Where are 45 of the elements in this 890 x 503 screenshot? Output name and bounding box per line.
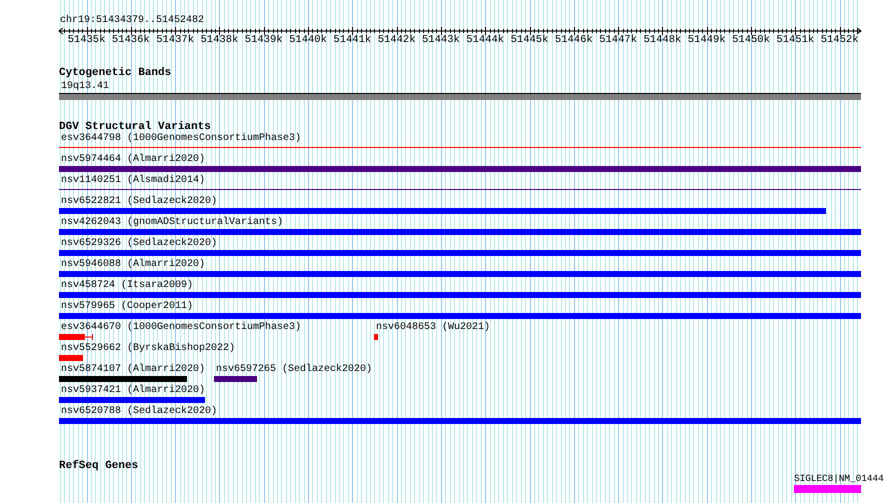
feature-label: nsv6522821 (Sedlazeck2020): [61, 196, 218, 207]
tick-label: 51445k: [510, 35, 548, 46]
track-title: RefSeq Genes: [59, 461, 140, 472]
tick-label: 51435k: [68, 35, 106, 46]
tick-label: 51438k: [200, 35, 238, 46]
tick-label: 51446k: [554, 35, 593, 46]
tick-label: 51448k: [643, 35, 682, 46]
tick-label: 51450k: [732, 35, 770, 46]
tick-label: 51443k: [422, 35, 460, 46]
location-label: chr19:51434379..51452482: [60, 15, 204, 26]
tick-label: 51452k: [820, 35, 858, 46]
feature-label: nsv6597265 (Sedlazeck2020): [216, 364, 372, 375]
feature-label: nsv579965 (Cooper2011): [61, 301, 194, 312]
feature-label: nsv5529662 (ByrskaBishop2022): [61, 343, 236, 354]
feature-label: nsv5946088 (Almarri2020): [61, 259, 206, 270]
feature-label: nsv6048653 (Wu2021): [376, 322, 490, 333]
feature-label: nsv458724 (Itsara2009): [61, 280, 194, 291]
feature-label: nsv6520788 (Sedlazeck2020): [61, 406, 218, 417]
cytoband-bar[interactable]: [59, 93, 861, 100]
feature-label: nsv4262043 (gnomADStructuralVariants): [61, 217, 284, 228]
tick-label: 51442k: [378, 35, 416, 46]
feature-label: nsv6529326 (Sedlazeck2020): [61, 238, 218, 249]
feature-label: nsv5937421 (Almarri2020): [61, 385, 206, 396]
feature-label: SIGLEC8|NM_01444: [794, 473, 884, 484]
gene-bar[interactable]: [794, 485, 861, 493]
variant-bar[interactable]: [59, 334, 93, 340]
tick-label: 51447k: [599, 35, 637, 46]
track-title: Cytogenetic Bands: [59, 68, 172, 79]
feature-label: nsv1140251 (Alsmadi2014): [61, 175, 206, 186]
tick-label: 51437k: [156, 35, 194, 46]
variant-line[interactable]: [59, 147, 861, 148]
feature-label: nsv5874107 (Almarri2020): [61, 364, 206, 375]
feature-label: 19q13.41: [61, 81, 110, 92]
tick-label: 51449k: [688, 35, 726, 46]
tick-label: 51439k: [244, 35, 283, 46]
tick-label: 51441k: [333, 35, 372, 46]
tick-label: 51440k: [289, 35, 327, 46]
tick-label: 51451k: [776, 35, 814, 46]
tick-label: 51444k: [466, 35, 504, 46]
feature-label: esv3644798 (1000GenomesConsortiumPhase3): [61, 133, 302, 144]
track-title: DGV Structural Variants: [59, 122, 211, 133]
feature-label: nsv5974464 (Almarri2020): [61, 154, 206, 165]
feature-label: esv3644670 (1000GenomesConsortiumPhase3): [61, 322, 302, 333]
variant-line[interactable]: [59, 189, 861, 190]
tick-label: 51436k: [112, 35, 150, 46]
